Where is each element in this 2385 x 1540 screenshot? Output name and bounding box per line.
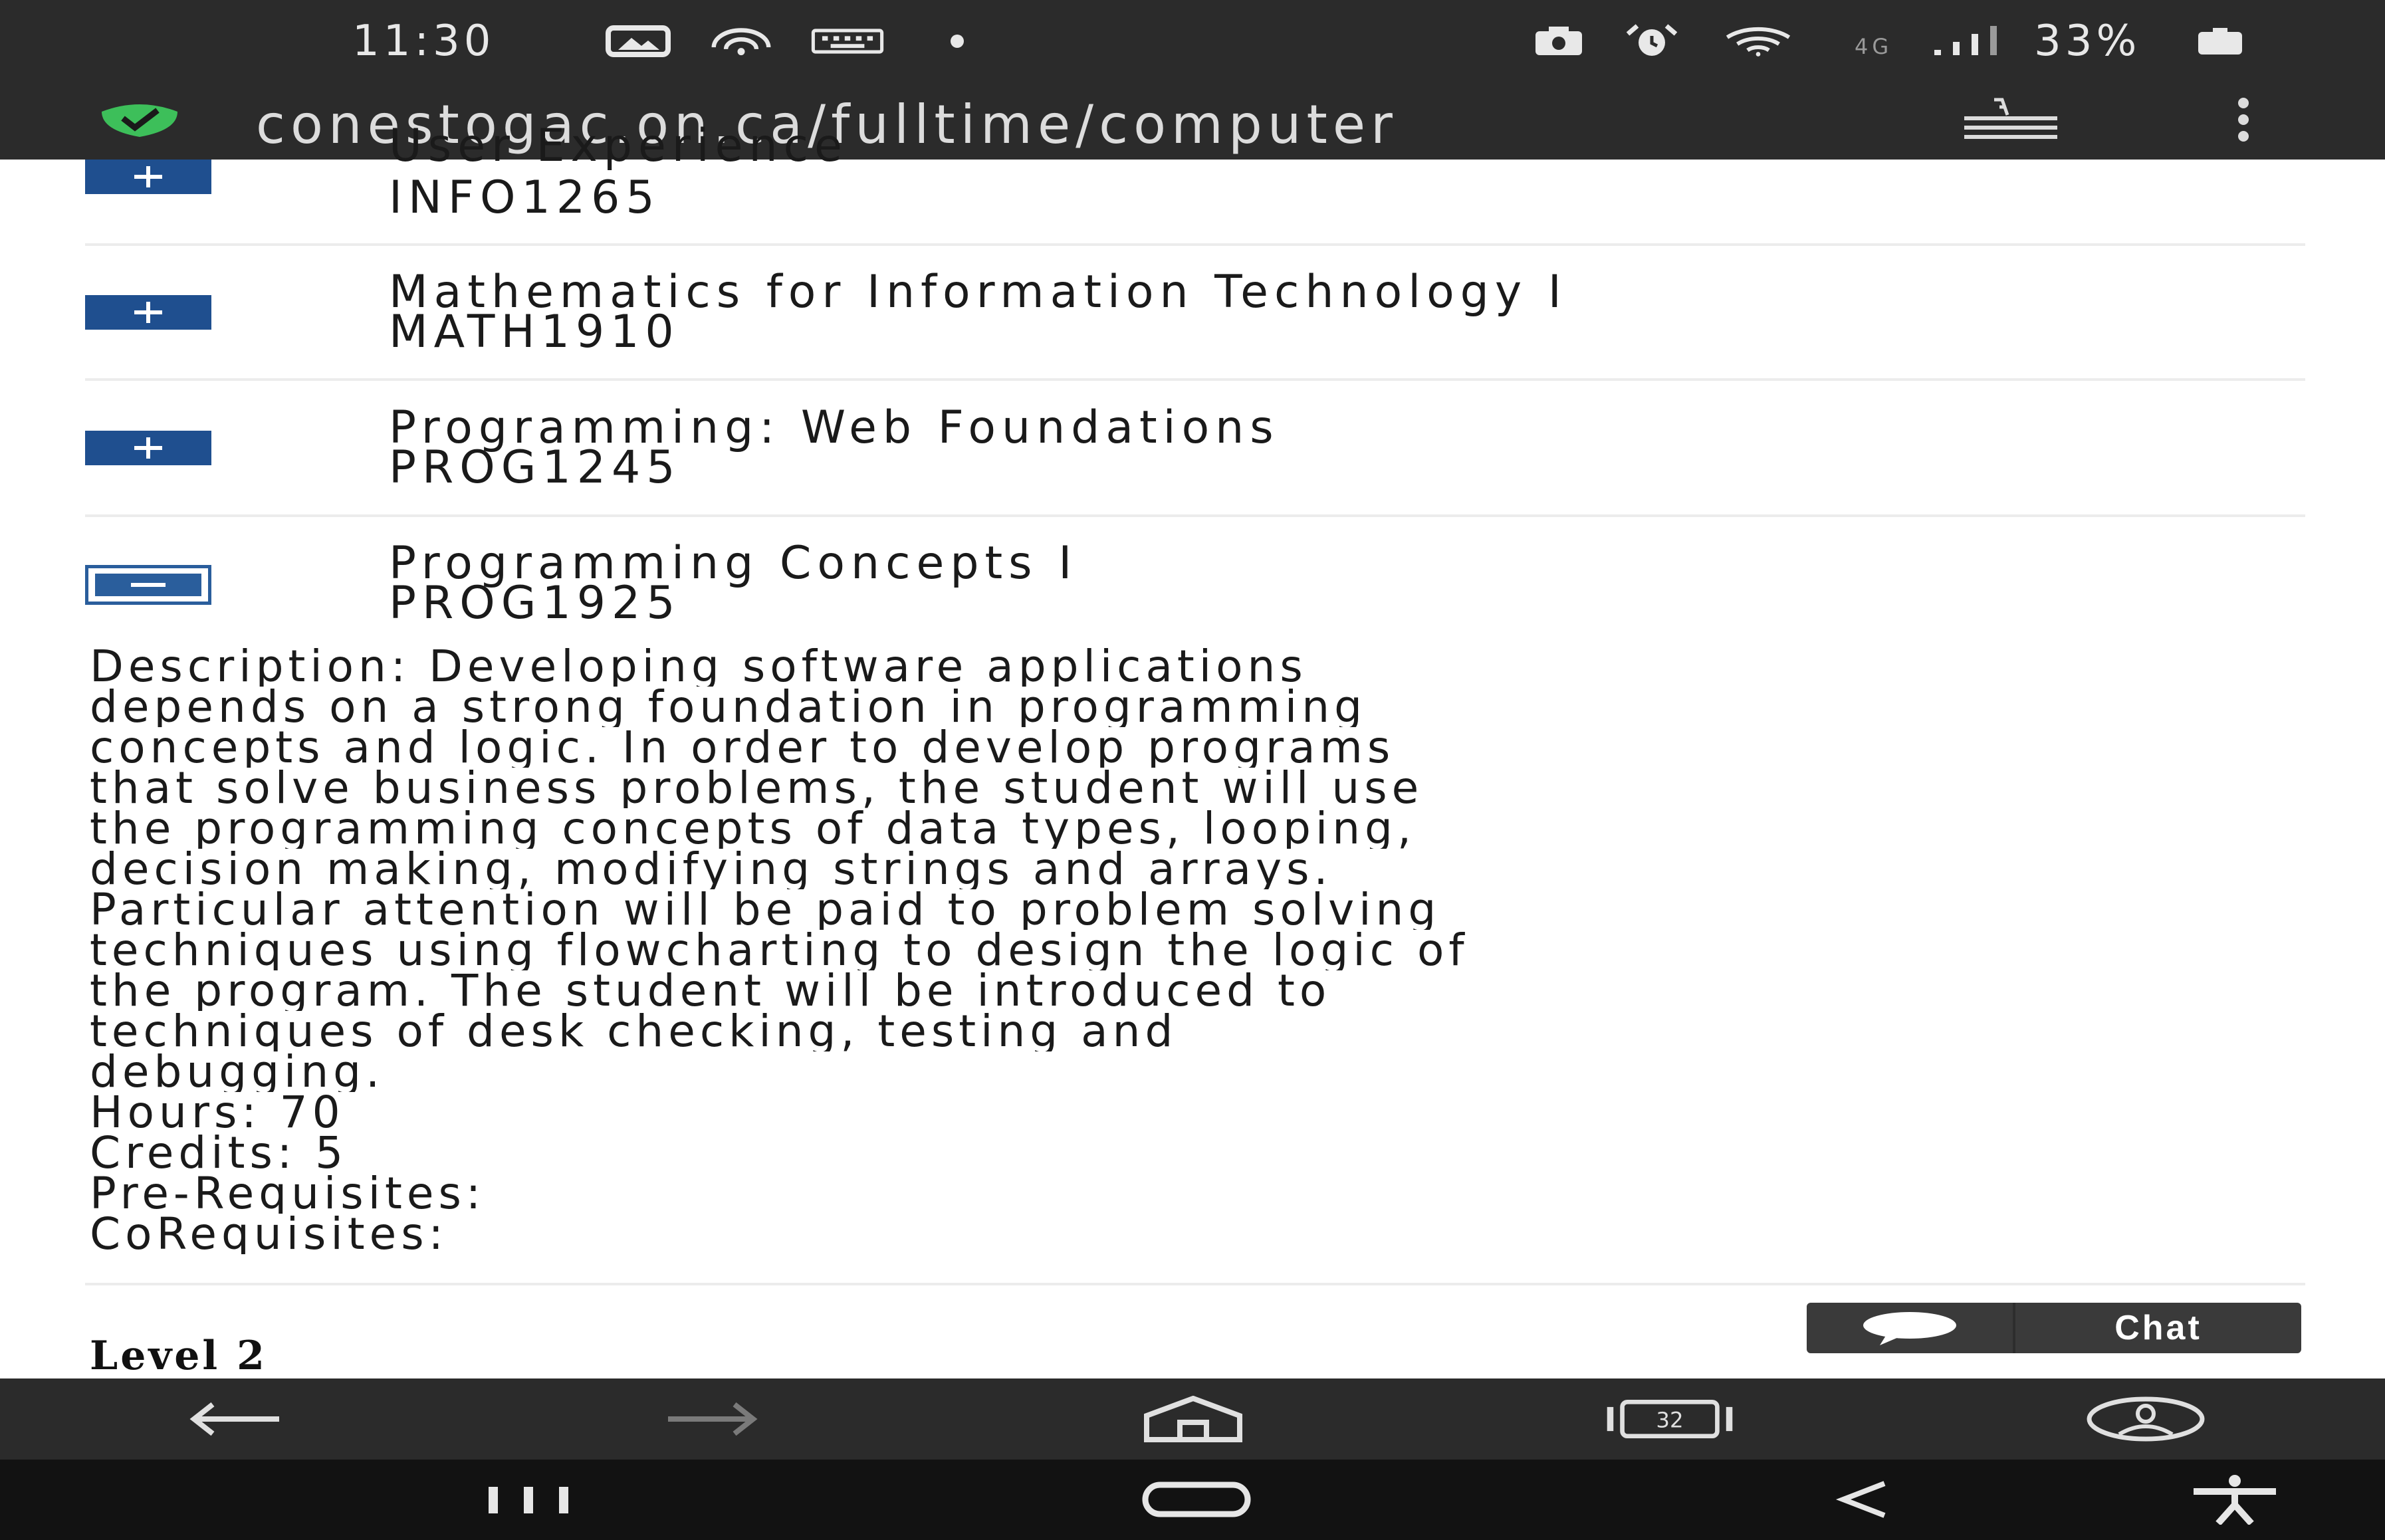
chat-button[interactable]: Chat [1807,1303,2301,1353]
description-line: techniques of desk checking, testing and [90,1011,1178,1051]
course-code: INFO1265 [389,171,661,224]
battery-icon [2194,23,2247,60]
keyboard-icon [811,23,884,60]
url-fade [1808,80,1928,160]
description-line: techniques using flowcharting to design … [90,930,1469,970]
forward-arrow-icon[interactable] [645,1389,778,1449]
browser-toolbar: 32 [0,1378,2385,1460]
account-icon[interactable] [2079,1389,2212,1449]
description-line: that solve business problems, the studen… [90,768,1424,808]
expand-toggle-info1265[interactable] [85,160,211,194]
description-line: Description: Developing software applica… [90,646,1307,687]
camera-icon [1522,23,1595,60]
course-code: PROG1925 [389,577,681,629]
dot-icon [921,23,994,60]
expand-toggle-math1910[interactable] [85,295,211,330]
row-divider [85,514,2305,517]
course-code: PROG1245 [389,441,681,494]
alarm-icon [1615,23,1688,60]
accessibility-icon[interactable] [2168,1470,2301,1529]
description-line: Particular attention will be paid to pro… [90,889,1441,930]
collapse-toggle-prog1925[interactable] [85,565,211,605]
battery-percent: 33% [2034,17,2141,66]
recents-icon[interactable] [462,1470,595,1529]
network-type: 4G [1855,34,1893,59]
course-title[interactable]: User Experience [389,120,848,173]
browser-address-bar: conestogac.on.ca/fulltime/computer [0,80,2385,160]
gallery-icon [602,23,675,60]
course-credits: Credits: 5 [90,1133,348,1173]
system-nav-bar [0,1460,2385,1540]
tabs-icon[interactable]: 32 [1603,1389,1736,1449]
course-code: MATH1910 [389,306,680,358]
course-hours: Hours: 70 [90,1092,345,1133]
status-time: 11:30 [352,17,495,66]
hotspot-icon [705,23,778,60]
course-prerequisites: Pre-Requisites: [90,1173,486,1214]
more-vert-icon[interactable] [2227,96,2260,146]
signal-icon [1928,23,2001,60]
shield-check-icon[interactable] [96,98,183,141]
course-corequisites: CoRequisites: [90,1214,448,1254]
home-icon[interactable] [1127,1389,1260,1449]
expand-toggle-prog1245[interactable] [85,431,211,465]
description-line: the program. The student will be introdu… [90,970,1331,1011]
level-heading: Level 2 [90,1333,267,1379]
minus-icon [95,574,201,596]
wifi-icon [1722,23,1795,60]
chat-label: Chat [2114,1309,2202,1347]
course-description: Description: Developing software applica… [90,646,2310,1254]
back-arrow-icon[interactable] [170,1389,302,1449]
row-divider [85,1283,2305,1285]
chat-bubble-icon [1807,1303,2015,1353]
tab-count: 32 [1656,1407,1683,1432]
home-pill-icon[interactable] [1130,1470,1263,1529]
description-line: depends on a strong foundation in progra… [90,687,1367,727]
back-icon[interactable] [1798,1470,1931,1529]
row-divider [85,378,2305,381]
description-line: concepts and logic. In order to develop … [90,727,1395,768]
description-line: the programming concepts of data types, … [90,808,1416,849]
reader-mode-icon[interactable] [1961,96,2061,146]
description-line: decision making, modifying strings and a… [90,849,1333,889]
description-line: debugging. [90,1051,385,1092]
row-divider [85,243,2305,246]
status-bar: 11:30 4G 33% [0,0,2385,80]
